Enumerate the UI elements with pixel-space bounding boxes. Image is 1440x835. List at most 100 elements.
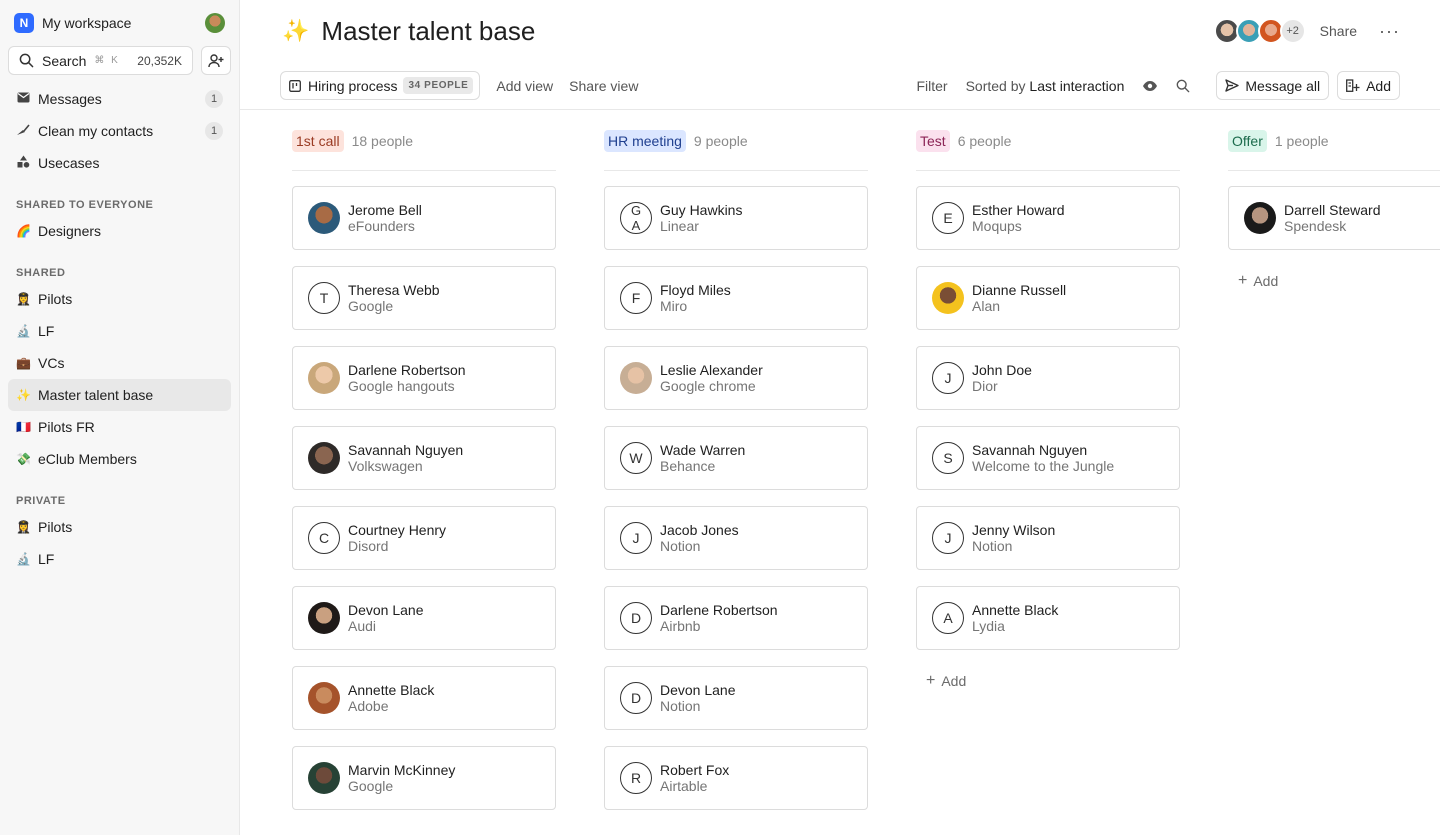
- eye-icon[interactable]: [1142, 80, 1158, 92]
- person-company: Dior: [972, 378, 998, 394]
- avatar: [620, 362, 652, 394]
- person-card[interactable]: J John Doe Dior: [916, 346, 1180, 410]
- broom-icon: [16, 123, 30, 139]
- add-button[interactable]: Add: [1337, 71, 1400, 100]
- search-label: Search: [42, 52, 87, 69]
- sidebar-item-lf[interactable]: 🔬 LF: [8, 315, 231, 347]
- person-card[interactable]: E Esther Howard Moqups: [916, 186, 1180, 250]
- people-count-badge: 34 PEOPLE: [403, 77, 474, 94]
- stage-count: 1 people: [1274, 132, 1329, 149]
- sidebar-item-private-lf[interactable]: 🔬 LF: [8, 543, 231, 575]
- initial-avatar: D: [620, 682, 652, 714]
- initial-letter: A: [631, 218, 641, 233]
- person-name: Leslie Alexander: [660, 362, 763, 378]
- person-card[interactable]: Marvin McKinney Google: [292, 746, 556, 810]
- avatar: [308, 442, 340, 474]
- section-private: PRIVATE: [16, 495, 66, 507]
- add-view-button[interactable]: Add view: [496, 78, 553, 94]
- person-card[interactable]: Leslie Alexander Google chrome: [604, 346, 868, 410]
- column-header[interactable]: Test 6 people: [916, 111, 1180, 171]
- person-card[interactable]: C Courtney Henry Disord: [292, 506, 556, 570]
- filter-button[interactable]: Filter: [916, 78, 947, 94]
- person-card[interactable]: Dianne Russell Alan: [916, 266, 1180, 330]
- share-button[interactable]: Share: [1320, 23, 1357, 39]
- person-card[interactable]: Devon Lane Audi: [292, 586, 556, 650]
- person-card[interactable]: T Theresa Webb Google: [292, 266, 556, 330]
- person-name: Courtney Henry: [348, 522, 447, 538]
- board-column: HR meeting 9 people G A Guy Hawkins Linear F Fl…: [604, 111, 868, 826]
- person-card[interactable]: Darrell Steward Spendesk: [1228, 186, 1440, 250]
- sparkles-icon: ✨: [282, 18, 310, 43]
- person-card[interactable]: D Devon Lane Notion: [604, 666, 868, 730]
- pilot-icon: 👩‍✈️: [16, 520, 31, 534]
- person-card[interactable]: J Jacob Jones Notion: [604, 506, 868, 570]
- kanban-icon: [289, 79, 301, 92]
- person-name: Marvin McKinney: [348, 762, 456, 778]
- person-card[interactable]: D Darlene Robertson Airbnb: [604, 586, 868, 650]
- person-card[interactable]: J Jenny Wilson Notion: [916, 506, 1180, 570]
- person-name: Theresa Webb: [348, 282, 440, 298]
- person-card[interactable]: G A Guy Hawkins Linear: [604, 186, 868, 250]
- microscope-icon: 🔬: [16, 552, 31, 566]
- person-card[interactable]: Savannah Nguyen Volkswagen: [292, 426, 556, 490]
- collaborator-avatars[interactable]: +2: [1213, 18, 1306, 44]
- sort-value: Last interaction: [1029, 77, 1125, 94]
- person-name: Robert Fox: [660, 762, 730, 778]
- sidebar-item-messages[interactable]: Messages 1: [8, 83, 231, 115]
- rainbow-icon: 🌈: [16, 224, 31, 238]
- sidebar-item-private-pilots[interactable]: 👩‍✈️ Pilots: [8, 511, 231, 543]
- add-person-button[interactable]: + Add: [916, 665, 1180, 697]
- sidebar-item-usecases[interactable]: Usecases: [8, 147, 231, 179]
- sidebar-item-designers[interactable]: 🌈 Designers: [8, 215, 231, 247]
- person-card[interactable]: Annette Black Adobe: [292, 666, 556, 730]
- stage-count: 9 people: [693, 132, 748, 149]
- stage-label: Offer: [1228, 129, 1267, 152]
- sidebar-item-eclub-members[interactable]: 💸 eClub Members: [8, 443, 231, 475]
- user-avatar[interactable]: [205, 13, 225, 33]
- add-person-button[interactable]: + Add: [1228, 265, 1440, 297]
- initial-avatar: A: [932, 602, 964, 634]
- sidebar-item-master-talent-base[interactable]: ✨ Master talent base: [8, 379, 231, 411]
- sidebar-item-pilots-fr[interactable]: 🇫🇷 Pilots FR: [8, 411, 231, 443]
- sidebar-item-pilots[interactable]: 👩‍✈️ Pilots: [8, 283, 231, 315]
- page-title: Master talent base: [321, 15, 536, 46]
- person-card[interactable]: Darlene Robertson Google hangouts: [292, 346, 556, 410]
- person-name: Floyd Miles: [660, 282, 731, 298]
- person-card[interactable]: S Savannah Nguyen Welcome to the Jungle: [916, 426, 1180, 490]
- person-card[interactable]: W Wade Warren Behance: [604, 426, 868, 490]
- person-card[interactable]: F Floyd Miles Miro: [604, 266, 868, 330]
- search-icon: [19, 53, 34, 68]
- sidebar-item-vcs[interactable]: 💼 VCs: [8, 347, 231, 379]
- sidebar-top-nav: Messages 1 Clean my contacts 1 Usecases: [8, 83, 231, 179]
- person-card[interactable]: Jerome Bell eFounders: [292, 186, 556, 250]
- share-view-button[interactable]: Share view: [569, 78, 638, 94]
- person-name: Annette Black: [348, 682, 435, 698]
- person-company: Google: [348, 778, 394, 794]
- send-icon: [1225, 79, 1240, 92]
- sort-button[interactable]: Sorted by Last interaction: [966, 78, 1125, 94]
- person-card[interactable]: A Annette Black Lydia: [916, 586, 1180, 650]
- column-header[interactable]: HR meeting 9 people: [604, 111, 868, 171]
- avatar: [308, 682, 340, 714]
- workspace-switcher[interactable]: N My workspace: [8, 10, 231, 36]
- search-button[interactable]: Search ⌘ K 20,352K: [8, 46, 193, 75]
- person-name: Wade Warren: [660, 442, 746, 458]
- column-header[interactable]: 1st call 18 people: [292, 111, 556, 171]
- add-user-button[interactable]: [201, 46, 231, 75]
- search-icon[interactable]: [1176, 79, 1190, 93]
- more-options-icon[interactable]: ···: [1379, 21, 1400, 42]
- sidebar-item-label: Pilots: [38, 291, 73, 307]
- person-company: Disord: [348, 538, 389, 554]
- sort-prefix: Sorted by: [965, 77, 1026, 94]
- person-card[interactable]: R Robert Fox Airtable: [604, 746, 868, 810]
- initial-avatar: J: [932, 522, 964, 554]
- message-all-button[interactable]: Message all: [1216, 71, 1330, 100]
- pilot-icon: 👩‍✈️: [16, 292, 31, 306]
- person-company: Audi: [348, 618, 377, 634]
- view-selector[interactable]: Hiring process 34 PEOPLE: [280, 71, 481, 100]
- stage-label: Test: [916, 129, 950, 152]
- sidebar-item-clean-contacts[interactable]: Clean my contacts 1: [8, 115, 231, 147]
- sidebar-item-label: Messages: [38, 91, 102, 107]
- column-header[interactable]: Offer 1 people: [1228, 111, 1440, 171]
- french-flag-icon: 🇫🇷: [16, 420, 31, 434]
